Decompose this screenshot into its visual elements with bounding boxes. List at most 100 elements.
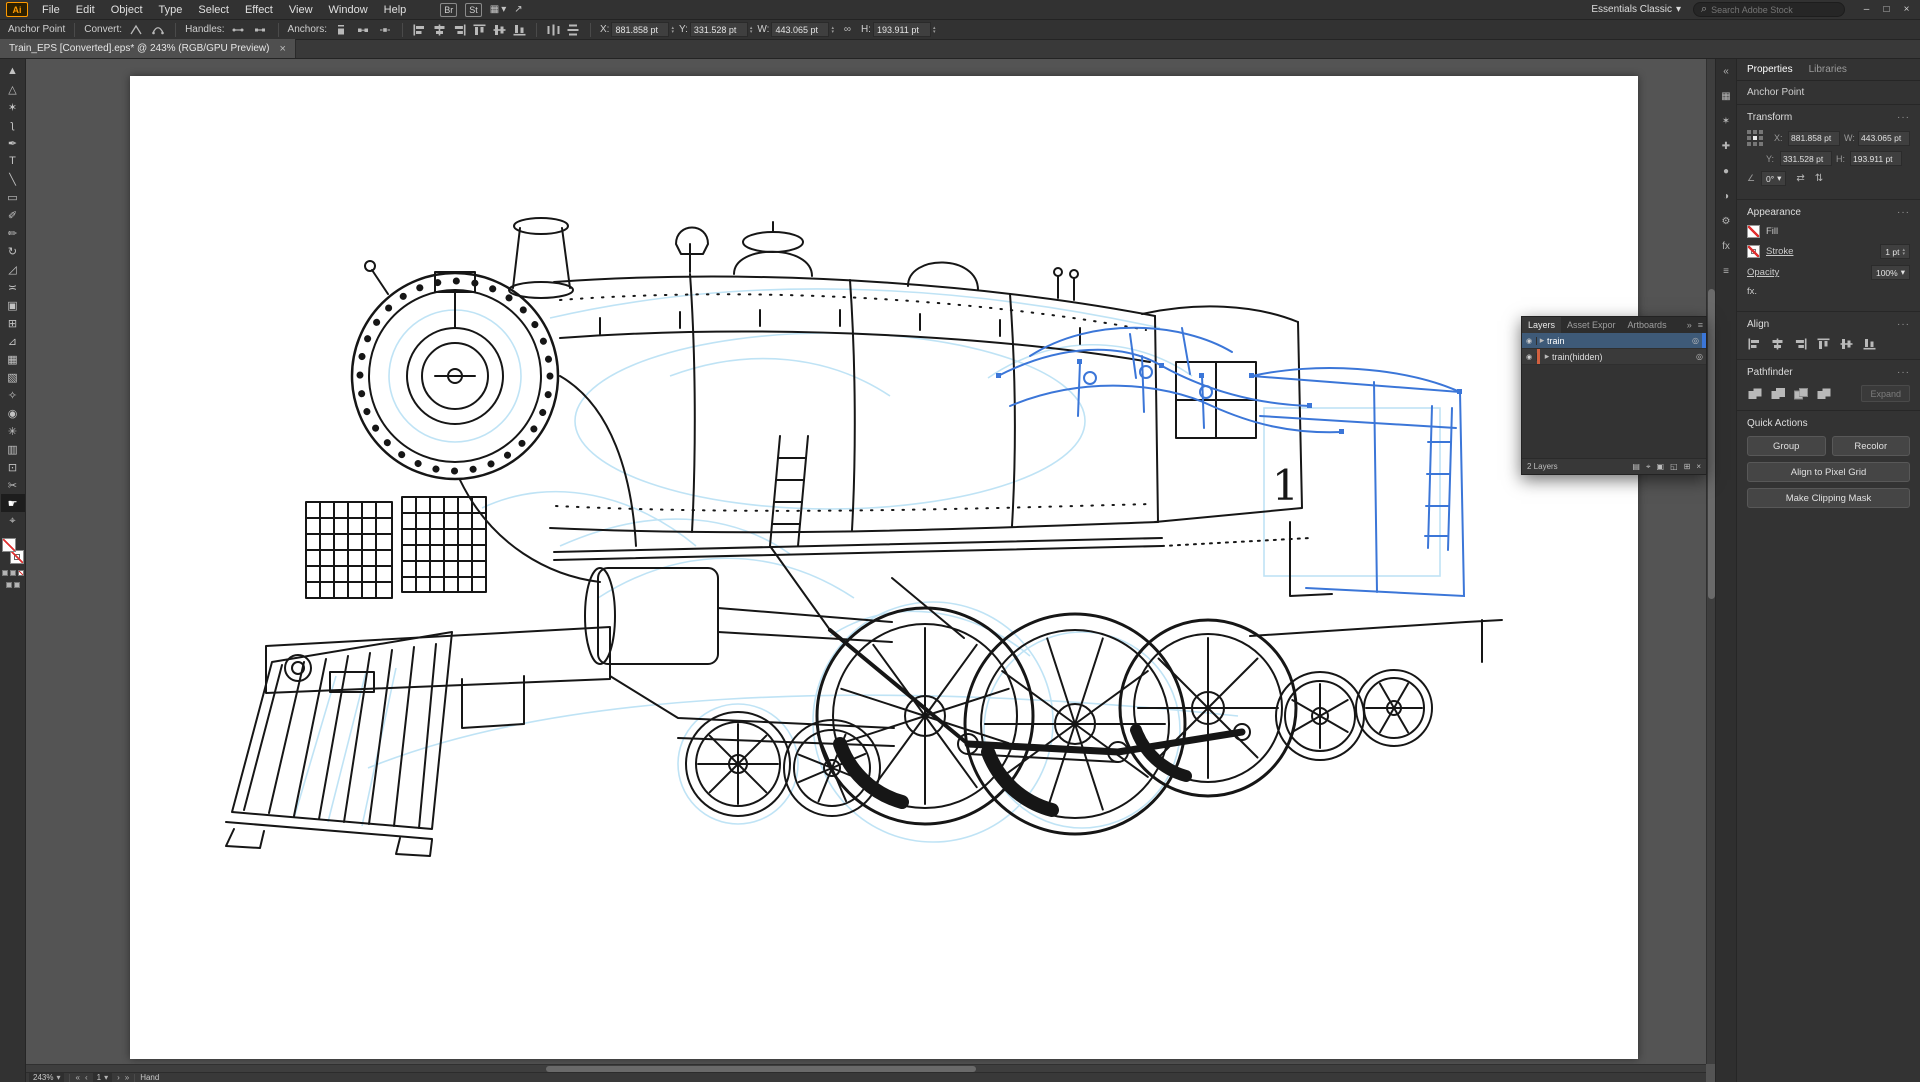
stepper-icon[interactable]: ▴▾: [750, 26, 753, 34]
y-value-input[interactable]: [690, 22, 748, 37]
rotation-dropdown[interactable]: 0° ▾: [1761, 171, 1786, 186]
convert-smooth-icon[interactable]: [149, 22, 166, 38]
layer-name[interactable]: train: [1547, 336, 1689, 346]
fill-swatch[interactable]: [1747, 225, 1760, 238]
collapse-dock-icon[interactable]: «: [1718, 64, 1734, 78]
flip-horizontal-icon[interactable]: ⇄: [1796, 173, 1804, 184]
make-clipping-mask-button[interactable]: Make Clipping Mask: [1747, 488, 1910, 508]
collect-export-icon[interactable]: ▤: [1632, 462, 1640, 471]
color-panel-icon[interactable]: ●: [1718, 164, 1734, 178]
tab-layers[interactable]: Layers: [1522, 317, 1561, 333]
pathfinder-exclude-icon[interactable]: [1816, 387, 1831, 401]
tab-asset-export[interactable]: Asset Expor: [1561, 317, 1622, 333]
gradient-tool[interactable]: ▧: [1, 368, 25, 386]
disclosure-icon[interactable]: ▸: [1542, 351, 1552, 362]
disclosure-icon[interactable]: ▸: [1537, 335, 1547, 346]
direct-selection-tool[interactable]: △: [1, 80, 25, 98]
remove-anchor-icon[interactable]: [332, 22, 349, 38]
align-middle-icon[interactable]: [1839, 337, 1854, 351]
canvas-area[interactable]: 1 Layers Asset Expor Artboards » ≡ ◉ ▸ t…: [26, 59, 1715, 1082]
artboard-tool[interactable]: ⊡: [1, 458, 25, 476]
transform-panel-icon[interactable]: ▦: [1718, 89, 1734, 103]
eyedropper-tool[interactable]: ✧: [1, 386, 25, 404]
perspective-grid-tool[interactable]: ⊿: [1, 332, 25, 350]
visibility-eye-icon[interactable]: ◉: [1522, 337, 1537, 345]
stroke-panel-icon[interactable]: ≡: [1718, 264, 1734, 278]
close-tab-icon[interactable]: ×: [279, 43, 285, 55]
stroke-link[interactable]: Stroke: [1766, 246, 1793, 257]
rectangle-tool[interactable]: ▭: [1, 188, 25, 206]
close-button[interactable]: ×: [1897, 2, 1916, 18]
color-button[interactable]: [2, 570, 8, 576]
fx-button[interactable]: fx.: [1747, 286, 1757, 297]
recolor-button[interactable]: Recolor: [1832, 436, 1911, 456]
show-handles-icon[interactable]: [230, 22, 247, 38]
zoom-tool[interactable]: ⌖: [1, 512, 25, 530]
align-right-icon[interactable]: [1793, 337, 1808, 351]
delete-layer-icon[interactable]: ×: [1696, 462, 1701, 471]
tab-libraries[interactable]: Libraries: [1801, 59, 1855, 81]
expand-button[interactable]: Expand: [1861, 385, 1910, 402]
gradient-button[interactable]: [10, 570, 16, 576]
flip-vertical-icon[interactable]: ⇅: [1815, 173, 1823, 184]
column-graph-tool[interactable]: ▥: [1, 440, 25, 458]
menu-view[interactable]: View: [281, 0, 321, 20]
align-bottom-icon[interactable]: [1862, 337, 1877, 351]
locomotive-drawing[interactable]: 1: [130, 76, 1638, 1059]
hand-tool[interactable]: ☛: [1, 494, 25, 512]
slice-tool[interactable]: ✂: [1, 476, 25, 494]
more-options-icon[interactable]: ···: [1897, 367, 1910, 378]
pencil-tool[interactable]: ✏: [1, 224, 25, 242]
layer-row-train-hidden[interactable]: ◉ ▸ train(hidden) ◎: [1522, 349, 1706, 365]
search-input[interactable]: [1711, 5, 1829, 15]
make-clipping-mask-icon[interactable]: ▣: [1657, 462, 1665, 471]
share-icon[interactable]: ↗: [514, 4, 522, 15]
stepper-icon[interactable]: ▴▾: [671, 26, 674, 34]
magic-wand-tool[interactable]: ✶: [1, 98, 25, 116]
more-options-icon[interactable]: ···: [1897, 112, 1910, 123]
width-tool[interactable]: ≍: [1, 278, 25, 296]
pathfinder-unite-icon[interactable]: [1747, 387, 1762, 401]
stock-button[interactable]: St: [465, 3, 482, 17]
stroke-swatch[interactable]: [1747, 245, 1760, 258]
appearance-panel-icon[interactable]: ⚙: [1718, 214, 1734, 228]
vertical-scroll-thumb[interactable]: [1708, 289, 1715, 599]
menu-window[interactable]: Window: [321, 0, 376, 20]
artboard[interactable]: 1: [130, 76, 1638, 1059]
align-center-h-icon[interactable]: [1770, 337, 1785, 351]
stroke-swatch[interactable]: [10, 550, 24, 564]
next-artboard-icon[interactable]: ›: [117, 1073, 120, 1082]
visibility-eye-icon[interactable]: ◉: [1522, 353, 1537, 361]
menu-effect[interactable]: Effect: [237, 0, 281, 20]
layer-row-train[interactable]: ◉ ▸ train ◎: [1522, 333, 1706, 349]
type-tool[interactable]: T: [1, 152, 25, 170]
blend-tool[interactable]: ◉: [1, 404, 25, 422]
align-top-icon[interactable]: [472, 23, 487, 37]
line-segment-tool[interactable]: ╲: [1, 170, 25, 188]
selection-tool[interactable]: ▲: [1, 62, 25, 80]
menu-type[interactable]: Type: [151, 0, 191, 20]
w-value-input[interactable]: [771, 22, 829, 37]
gradient-panel-icon[interactable]: ◑: [1718, 189, 1734, 203]
vertical-scrollbar[interactable]: [1706, 59, 1715, 1064]
new-layer-icon[interactable]: ⊞: [1684, 462, 1691, 471]
screen-mode-button[interactable]: [14, 582, 20, 588]
gpu-performance-icon[interactable]: ▦▾: [490, 4, 506, 15]
pen-tool[interactable]: ✒: [1, 134, 25, 152]
y-value-input[interactable]: [1780, 151, 1832, 166]
menu-help[interactable]: Help: [376, 0, 415, 20]
stock-search[interactable]: ⌕: [1693, 2, 1845, 17]
menu-select[interactable]: Select: [190, 0, 237, 20]
none-button[interactable]: [18, 570, 24, 576]
connect-anchors-icon[interactable]: [354, 22, 371, 38]
prev-artboard-icon[interactable]: ‹: [85, 1073, 88, 1082]
hide-handles-icon[interactable]: [252, 22, 269, 38]
workspace-switcher[interactable]: Essentials Classic ▾: [1591, 4, 1681, 15]
more-options-icon[interactable]: ···: [1897, 207, 1910, 218]
tab-artboards[interactable]: Artboards: [1622, 317, 1673, 333]
document-tab[interactable]: Train_EPS [Converted].eps* @ 243% (RGB/G…: [0, 39, 296, 58]
artboard-navigation[interactable]: 1 ▾: [93, 1073, 112, 1082]
pathfinder-minus-front-icon[interactable]: [1770, 387, 1785, 401]
distribute-v-icon[interactable]: [566, 23, 581, 37]
new-sublayer-icon[interactable]: ◱: [1670, 462, 1678, 471]
